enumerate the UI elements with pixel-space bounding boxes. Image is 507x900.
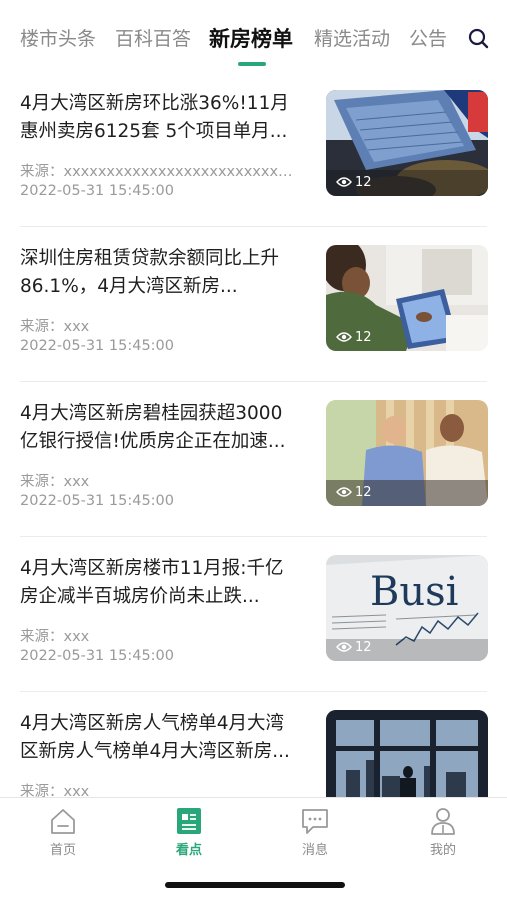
home-icon [51, 809, 75, 834]
article-thumbnail[interactable]: 12 [326, 90, 488, 196]
article-title: 4月大湾区新房楼市11月报:千亿房企减半百城房价尚未止跌... [20, 558, 284, 607]
profile-icon [431, 808, 455, 835]
article-time: 2022-05-31 15:45:00 [20, 338, 174, 354]
view-count: 12 [336, 329, 372, 345]
article-title: 深圳住房租赁贷款余额同比上升86.1%，4月大湾区新房... [20, 248, 280, 297]
article-icon [177, 808, 201, 834]
article-title: 4月大湾区新房环比涨36%!11月惠州卖房6125套 5个项目单月... [20, 93, 289, 142]
eye-icon [336, 642, 352, 652]
nav-messages-label: 消息 [301, 843, 328, 858]
article-thumbnail[interactable]: 12 [326, 400, 488, 506]
article-thumbnail[interactable]: Busi 12 [326, 555, 488, 661]
tab-baike-baida[interactable]: 百科百答 [115, 24, 191, 51]
nav-messages[interactable]: 消息 [285, 806, 345, 860]
article-time: 2022-05-31 15:45:00 [20, 648, 174, 664]
nav-home-label: 首页 [49, 843, 76, 858]
nav-home[interactable]: 首页 [33, 806, 93, 860]
article-item[interactable]: 深圳住房租赁贷款余额同比上升86.1%，4月大湾区新房... 来源：xxx 20… [0, 227, 507, 382]
view-count: 12 [336, 174, 372, 190]
home-indicator[interactable] [165, 882, 345, 888]
city-window-image [326, 710, 488, 797]
article-source: 来源：xxx [20, 474, 90, 490]
article-thumbnail[interactable] [326, 710, 488, 797]
view-count-value: 12 [355, 329, 372, 345]
tab-gonggao[interactable]: 公告 [409, 24, 447, 51]
top-tab-bar: 楼市头条 百科百答 新房榜单 精选活动 公告 [0, 0, 507, 70]
article-time: 2022-05-31 15:45:00 [20, 493, 174, 509]
view-count: 12 [336, 484, 372, 500]
article-item[interactable]: 4月大湾区新房环比涨36%!11月惠州卖房6125套 5个项目单月... 来源：… [0, 72, 507, 227]
article-source: 来源：xxx [20, 784, 90, 797]
eye-icon [336, 487, 352, 497]
article-list: 4月大湾区新房环比涨36%!11月惠州卖房6125套 5个项目单月... 来源：… [0, 72, 507, 797]
view-count: 12 [336, 639, 372, 655]
article-item[interactable]: 4月大湾区新房碧桂园获超3000亿银行授信!优质房企正在加速... 来源：xxx… [0, 382, 507, 537]
eye-icon [336, 177, 352, 187]
tab-jingxuan-huodong[interactable]: 精选活动 [314, 24, 390, 51]
nav-profile[interactable]: 我的 [413, 806, 473, 860]
tab-loushi-toutiao[interactable]: 楼市头条 [20, 24, 96, 51]
nav-kandian-label: 看点 [175, 843, 202, 858]
article-source: 来源：xxx [20, 319, 90, 335]
message-icon [302, 809, 328, 834]
article-source: 来源：xxxxxxxxxxxxxxxxxxxxxxxxxxxxxxxxx [20, 164, 296, 180]
tab-xinfang-bangdan[interactable]: 新房榜单 [209, 23, 293, 53]
article-thumbnail[interactable]: 12 [326, 245, 488, 351]
article-item[interactable]: 4月大湾区新房人气榜单4月大湾区新房人气榜单4月大湾区新房... 来源：xxx [0, 692, 507, 797]
nav-profile-label: 我的 [429, 843, 456, 858]
search-icon[interactable] [466, 26, 492, 52]
eye-icon [336, 332, 352, 342]
view-count-value: 12 [355, 484, 372, 500]
view-count-value: 12 [355, 174, 372, 190]
newspaper-headline: Busi [370, 569, 458, 615]
article-source: 来源：xxx [20, 629, 90, 645]
article-title: 4月大湾区新房人气榜单4月大湾区新房人气榜单4月大湾区新房... [20, 713, 290, 762]
article-title: 4月大湾区新房碧桂园获超3000亿银行授信!优质房企正在加速... [20, 403, 286, 452]
nav-kandian[interactable]: 看点 [159, 806, 219, 860]
view-count-value: 12 [355, 639, 372, 655]
article-item[interactable]: 4月大湾区新房楼市11月报:千亿房企减半百城房价尚未止跌... 来源：xxx 2… [0, 537, 507, 692]
active-tab-indicator [238, 62, 266, 66]
article-time: 2022-05-31 15:45:00 [20, 183, 174, 199]
